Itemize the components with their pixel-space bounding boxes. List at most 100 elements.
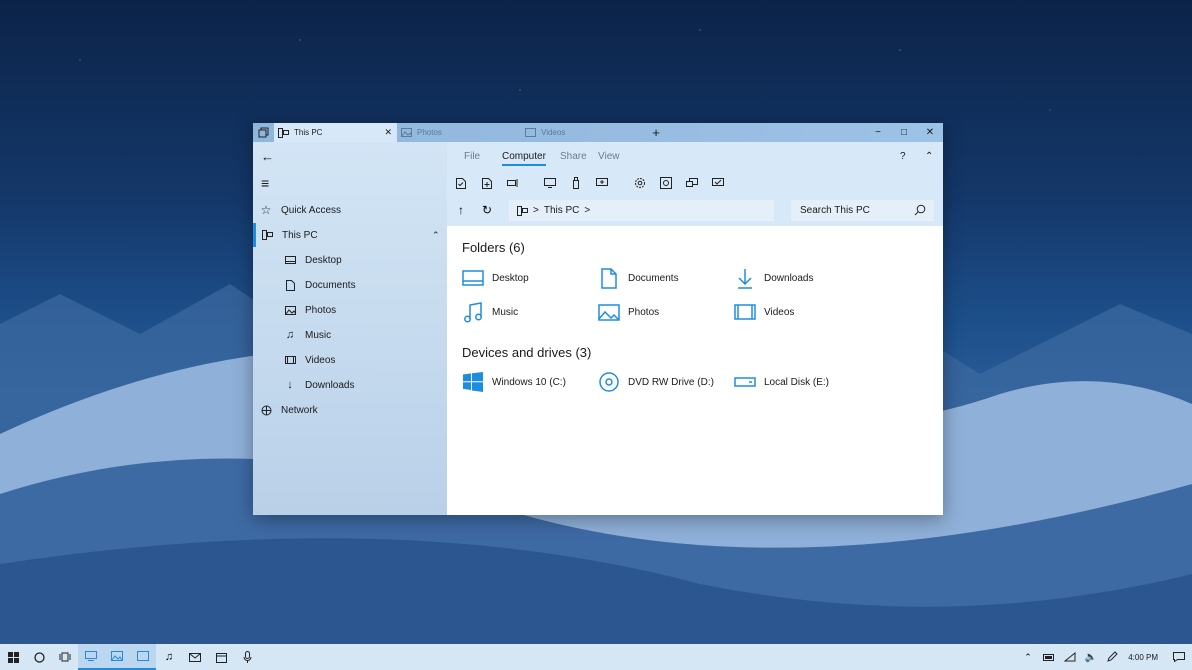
properties-icon[interactable] (453, 175, 469, 191)
sidebar-item-downloads[interactable]: ↓ Downloads (253, 373, 447, 397)
notification-icon (1173, 652, 1185, 662)
uninstall-icon[interactable] (658, 175, 674, 191)
tabs-icon (258, 127, 269, 138)
search-input[interactable]: Search This PC (800, 205, 870, 216)
tab-label: Videos (541, 128, 566, 137)
task-view-button[interactable] (52, 644, 78, 670)
drive-e[interactable]: Local Disk (E:) (734, 371, 829, 393)
drive-label: DVD RW Drive (D:) (628, 376, 714, 388)
calendar-icon (215, 652, 227, 663)
drive-c[interactable]: Windows 10 (C:) (462, 371, 566, 393)
add-network-location-icon[interactable] (594, 175, 610, 191)
document-icon (598, 267, 620, 289)
taskbar-microphone[interactable] (234, 644, 260, 670)
drive-label: Windows 10 (C:) (492, 376, 566, 388)
folder-documents[interactable]: Documents (598, 267, 679, 289)
folder-music[interactable]: Music (462, 301, 518, 323)
sidebar-item-quick-access[interactable]: ☆ Quick Access (253, 198, 447, 222)
music-icon: ♫ (285, 329, 295, 341)
start-button[interactable] (0, 644, 26, 670)
videos-icon (283, 353, 297, 367)
up-arrow-icon[interactable]: ↑ (453, 202, 469, 218)
this-pc-icon (260, 228, 274, 242)
network-icon (259, 403, 273, 417)
taskbar-mail[interactable] (182, 644, 208, 670)
sidebar-item-label: This PC (282, 229, 318, 241)
menu-computer[interactable]: Computer (502, 151, 546, 166)
sidebar-item-music[interactable]: ♫ Music (253, 323, 447, 347)
manage-icon[interactable] (710, 175, 726, 191)
sidebar-item-documents[interactable]: Documents (253, 273, 447, 297)
sidebar-item-desktop[interactable]: Desktop (253, 248, 447, 272)
close-button[interactable]: ✕ (917, 123, 943, 142)
taskbar: ♫ ⌃ 🔈 4:00 PM (0, 644, 1192, 670)
back-button[interactable]: ← (253, 144, 447, 168)
help-button[interactable]: ? (900, 151, 906, 162)
refresh-icon[interactable]: ↻ (479, 202, 495, 218)
drive-label: Local Disk (E:) (764, 376, 830, 388)
new-tab-button[interactable]: + (643, 123, 669, 142)
search-box[interactable]: Search This PC (791, 200, 934, 221)
photos-icon (283, 303, 297, 317)
sidebar-item-this-pc[interactable]: This PC ⌃ (253, 223, 447, 247)
drive-d[interactable]: DVD RW Drive (D:) (598, 371, 714, 393)
hamburger-menu-button[interactable]: ≡ (253, 171, 447, 195)
maximize-button[interactable]: □ (891, 123, 917, 142)
folder-videos[interactable]: Videos (734, 301, 794, 323)
tab-this-pc[interactable]: This PC ✕ (274, 123, 397, 142)
search-icon (914, 204, 926, 216)
photos-icon (401, 127, 412, 138)
clock[interactable]: 4:00 PM (1128, 644, 1158, 670)
this-pc-icon (517, 205, 528, 216)
sidebar-item-videos[interactable]: Videos (253, 348, 447, 372)
folder-label: Desktop (492, 272, 529, 284)
chevron-up-icon[interactable]: ⌃ (432, 230, 440, 241)
menu-share[interactable]: Share (560, 151, 587, 162)
tab-label: Photos (417, 128, 442, 137)
menu-file[interactable]: File (464, 151, 480, 162)
minimize-button[interactable]: − (865, 123, 891, 142)
folder-photos[interactable]: Photos (598, 301, 659, 323)
mail-icon (189, 652, 201, 662)
main-pane: File Computer Share View ? ⌃ ↑ ↻ > This … (447, 142, 943, 515)
action-center-button[interactable] (1166, 644, 1192, 670)
folder-downloads[interactable]: Downloads (734, 267, 813, 289)
desktop-icon (283, 253, 297, 267)
task-view-button[interactable] (253, 123, 274, 142)
breadcrumb[interactable]: This PC (544, 205, 580, 216)
star-icon: ☆ (260, 203, 272, 217)
folders-heading: Folders (6) (462, 240, 525, 255)
title-bar: This PC ✕ Photos Videos + − □ ✕ (253, 123, 943, 142)
collapse-ribbon-icon[interactable]: ⌃ (925, 151, 933, 162)
microphone-icon (243, 651, 251, 663)
open-icon[interactable] (479, 175, 495, 191)
file-explorer-window: This PC ✕ Photos Videos + − □ ✕ ← ≡ ☆ Qu… (253, 123, 943, 515)
sidebar-item-photos[interactable]: Photos (253, 298, 447, 322)
sidebar-item-network[interactable]: Network (253, 398, 447, 422)
taskbar-videos[interactable] (130, 644, 156, 670)
pen-icon[interactable] (1099, 644, 1125, 670)
taskbar-file-explorer[interactable] (78, 644, 104, 670)
rename-icon[interactable] (505, 175, 521, 191)
breadcrumb-separator: > (533, 205, 539, 216)
address-bar[interactable]: > This PC > (509, 200, 774, 221)
sidebar-item-label: Music (305, 329, 332, 341)
taskbar-photos[interactable] (104, 644, 130, 670)
windows-logo-icon (462, 371, 484, 393)
tab-photos[interactable]: Photos (397, 123, 521, 142)
close-tab-icon[interactable]: ✕ (384, 127, 392, 138)
tab-videos[interactable]: Videos (521, 123, 645, 142)
system-properties-icon[interactable] (684, 175, 700, 191)
menu-view[interactable]: View (598, 151, 620, 162)
sidebar-item-label: Photos (305, 304, 337, 316)
map-drive-icon[interactable] (568, 175, 584, 191)
taskbar-music[interactable]: ♫ (156, 644, 182, 670)
taskbar-calendar[interactable] (208, 644, 234, 670)
this-pc-icon (85, 651, 97, 661)
cortana-button[interactable] (26, 644, 52, 670)
settings-icon[interactable] (632, 175, 648, 191)
access-media-icon[interactable] (542, 175, 558, 191)
folder-desktop[interactable]: Desktop (462, 267, 529, 289)
disk-icon (734, 371, 756, 393)
navigation-pane: ← ≡ ☆ Quick Access This PC ⌃ Desktop Doc… (253, 142, 447, 515)
